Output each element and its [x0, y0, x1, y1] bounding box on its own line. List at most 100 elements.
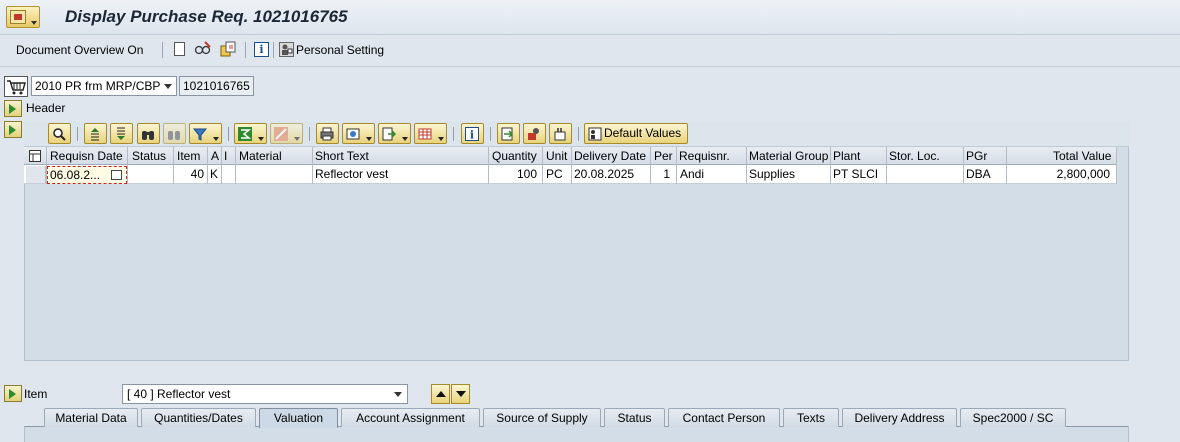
account-assignment-button[interactable]: [523, 123, 546, 144]
item-select[interactable]: [ 40 ] Reflector vest: [122, 384, 408, 404]
export-button[interactable]: [378, 123, 411, 144]
column-header[interactable]: Total Value: [1053, 149, 1111, 163]
layout-button[interactable]: [414, 123, 447, 144]
material-group-cell: Supplies: [749, 167, 796, 181]
document-overview-button[interactable]: Document Overview On: [16, 43, 143, 57]
total-button[interactable]: [234, 123, 267, 144]
requisitioner-cell: Andi: [680, 167, 705, 181]
other-document-icon[interactable]: [220, 41, 236, 57]
tab-status[interactable]: Status: [604, 408, 665, 427]
item-label: Item: [24, 387, 48, 401]
toolbar-separator: [309, 127, 310, 141]
column-header[interactable]: Unit: [546, 149, 567, 163]
header-expand-icon[interactable]: [4, 100, 22, 117]
chevron-down-icon: [394, 392, 402, 397]
find-button[interactable]: [137, 123, 160, 144]
tab-valuation[interactable]: Valuation: [259, 408, 338, 428]
date-picker-icon[interactable]: [111, 170, 122, 180]
column-divider: [1006, 147, 1007, 184]
requisn-date-input[interactable]: 06.08.2...: [47, 166, 127, 184]
toolbar-separator: [453, 127, 454, 141]
column-header[interactable]: Material: [239, 149, 282, 163]
document-number-field[interactable]: 1021016765: [179, 76, 254, 96]
column-header[interactable]: Material Group: [749, 149, 828, 163]
dropdown-arrow-icon: [366, 137, 372, 141]
column-header[interactable]: Quantity: [492, 149, 537, 163]
svg-text:i: i: [470, 129, 474, 142]
tab-delivery-address[interactable]: Delivery Address: [842, 408, 957, 427]
column-divider: [650, 147, 651, 184]
find-next-button[interactable]: [163, 123, 186, 144]
document-type-select[interactable]: 2010 PR frm MRP/CBP: [31, 76, 177, 96]
total-value-cell: 2,800,000: [1056, 167, 1110, 181]
system-menu-button[interactable]: [6, 6, 40, 28]
sort-ascending-icon: [88, 127, 101, 141]
items-collapse-icon[interactable]: [4, 121, 22, 138]
system-menu-icon: [10, 10, 26, 24]
default-values-icon: [588, 127, 602, 141]
subtotal-button[interactable]: [270, 123, 303, 144]
item-detail-expand-icon[interactable]: [4, 385, 22, 402]
info-icon: i: [465, 127, 479, 142]
column-config-icon[interactable]: [29, 150, 41, 162]
document-type-value: 2010 PR frm MRP/CBP: [35, 79, 161, 93]
sort-ascending-button[interactable]: [84, 123, 107, 144]
tab-quantities-dates[interactable]: Quantities/Dates: [141, 408, 256, 427]
new-document-icon[interactable]: [174, 42, 185, 56]
column-header[interactable]: Requisnr.: [679, 149, 730, 163]
previous-item-button[interactable]: [431, 384, 450, 404]
toolbar-separator: [162, 42, 163, 58]
column-header[interactable]: Per: [654, 149, 673, 163]
tab-material-data[interactable]: Material Data: [44, 408, 138, 427]
toolbar-separator: [490, 127, 491, 141]
column-header[interactable]: A: [211, 149, 219, 163]
sort-descending-button[interactable]: [110, 123, 133, 144]
tab-contact-person[interactable]: Contact Person: [668, 408, 780, 427]
printer-icon: [320, 127, 334, 141]
column-header[interactable]: I: [224, 149, 227, 163]
row-selector[interactable]: [26, 166, 46, 183]
toolbar-separator: [245, 42, 246, 58]
column-divider: [235, 147, 236, 184]
column-header[interactable]: Short Text: [315, 149, 369, 163]
sum-icon: [238, 127, 252, 141]
column-divider: [173, 147, 174, 184]
column-header[interactable]: Plant: [833, 149, 860, 163]
info-icon[interactable]: i: [254, 42, 269, 57]
column-divider: [830, 147, 831, 184]
views-button[interactable]: [342, 123, 375, 144]
print-button[interactable]: [316, 123, 339, 144]
manage-button[interactable]: [549, 123, 572, 144]
tab-source-of-supply[interactable]: Source of Supply: [483, 408, 601, 427]
display-change-icon[interactable]: [194, 41, 212, 57]
column-header[interactable]: Requisn Date: [50, 149, 123, 163]
personal-setting-icon[interactable]: [279, 42, 294, 57]
layout-grid-icon: [418, 127, 432, 140]
column-header[interactable]: Stor. Loc.: [889, 149, 940, 163]
tab-account-assignment[interactable]: Account Assignment: [341, 408, 480, 427]
binoculars-icon: [141, 127, 154, 140]
column-divider: [312, 147, 313, 184]
dropdown-arrow-icon: [258, 137, 264, 141]
next-item-button[interactable]: [451, 384, 470, 404]
column-header[interactable]: Delivery Date: [574, 149, 646, 163]
column-header[interactable]: PGr: [966, 149, 987, 163]
shopping-cart-icon[interactable]: [4, 76, 28, 97]
info-button[interactable]: i: [461, 123, 484, 144]
default-values-button[interactable]: Default Values: [584, 123, 688, 144]
personal-setting-button[interactable]: Personal Setting: [296, 43, 384, 57]
column-header[interactable]: Status: [132, 149, 166, 163]
item-select-value: [ 40 ] Reflector vest: [127, 387, 231, 401]
assignment-icon: [527, 127, 540, 140]
delivery-date-cell: 20.08.2025: [574, 167, 635, 181]
column-divider: [127, 147, 128, 184]
column-divider: [221, 147, 222, 184]
filter-button[interactable]: [189, 123, 222, 144]
tab-spec2000-sc[interactable]: Spec2000 / SC: [960, 408, 1066, 427]
tab-texts[interactable]: Texts: [783, 408, 839, 427]
column-header[interactable]: Item: [177, 149, 200, 163]
item-cell: 40: [190, 167, 204, 181]
copy-button[interactable]: [497, 123, 520, 144]
toolbar-separator: [273, 42, 274, 58]
details-button[interactable]: [48, 123, 71, 144]
